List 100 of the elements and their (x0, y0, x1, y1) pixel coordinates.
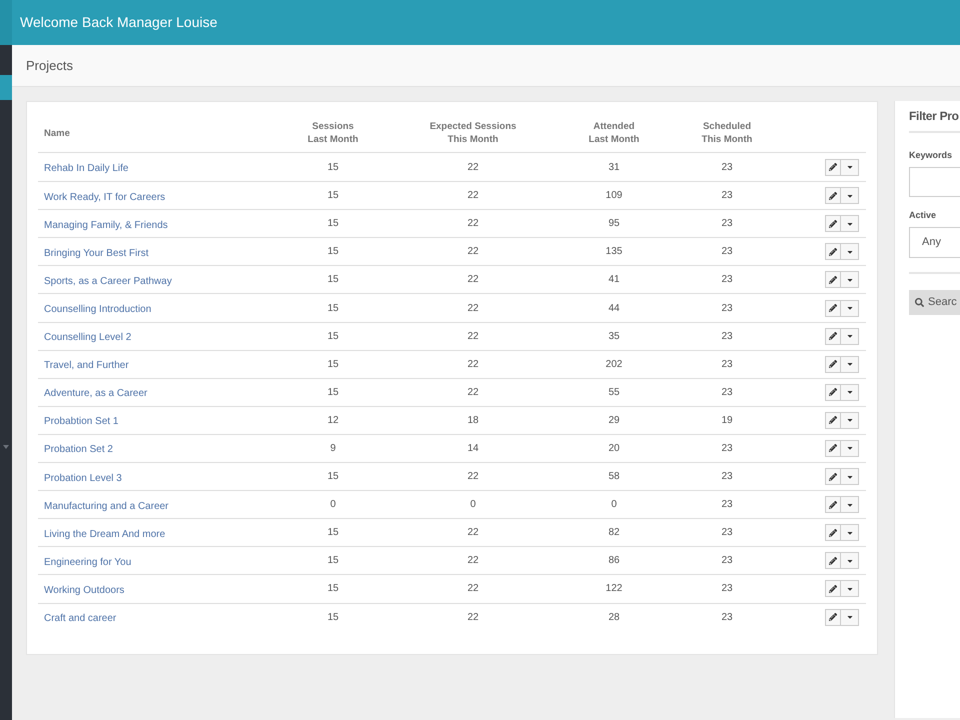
project-link[interactable]: Engineering for You (44, 556, 132, 568)
dropdown-toggle-button[interactable] (841, 271, 859, 288)
edit-button[interactable] (825, 524, 841, 542)
edit-button[interactable] (825, 496, 841, 514)
table-cell-text: 95 (608, 217, 620, 232)
pencil-icon (829, 163, 837, 172)
table-cell-text: 82 (608, 526, 620, 540)
active-select[interactable]: Any (909, 227, 960, 258)
edit-button[interactable] (825, 158, 841, 176)
page-title: Projects (26, 56, 73, 75)
pencil-icon (829, 332, 837, 340)
edit-button[interactable] (825, 328, 841, 345)
edit-button[interactable] (825, 440, 841, 457)
project-link[interactable]: Rehab In Daily Life (44, 163, 128, 174)
project-link[interactable]: Travel, and Further (44, 360, 129, 372)
edit-button[interactable] (825, 468, 841, 486)
table-cell-text: 41 (608, 273, 620, 288)
edit-button[interactable] (825, 271, 841, 288)
edit-button[interactable] (825, 580, 841, 598)
table-cell-text: 15 (327, 273, 339, 288)
project-link[interactable]: Sports, as a Career Pathway (44, 276, 172, 287)
column-header: Attended Last Month (588, 120, 640, 146)
dropdown-toggle-button[interactable] (841, 243, 859, 260)
table-cell-text: 15 (327, 189, 339, 204)
edit-button[interactable] (825, 356, 841, 373)
dropdown-toggle-button[interactable] (841, 412, 859, 429)
project-link[interactable]: Adventure, as a Career (44, 388, 148, 400)
table-cell-text: 15 (327, 526, 339, 540)
dropdown-toggle-button[interactable] (841, 328, 859, 345)
caret-down-icon (846, 444, 852, 452)
pencil-icon (829, 556, 837, 565)
edit-button[interactable] (825, 608, 841, 626)
table-cell-text: 23 (721, 610, 733, 625)
pencil-icon (829, 220, 837, 228)
edit-button[interactable] (825, 300, 841, 317)
project-link[interactable]: Probation Set 2 (44, 444, 113, 456)
project-link[interactable]: Bringing Your Best First (44, 248, 148, 259)
table-cell-text: 202 (606, 358, 622, 372)
dropdown-toggle-button[interactable] (841, 187, 859, 204)
dropdown-toggle-button[interactable] (841, 468, 859, 486)
table-cell-text: 109 (606, 189, 622, 204)
table-cell-text: 19 (721, 414, 733, 428)
table-cell-text: 35 (608, 330, 620, 344)
table-cell-text: 22 (467, 273, 479, 288)
caret-down-icon (846, 613, 852, 622)
pencil-icon (829, 472, 837, 481)
table-cell-text: 22 (467, 358, 479, 372)
edit-button[interactable] (825, 187, 841, 204)
table-cell-text: 9 (330, 442, 336, 456)
table-cell-text: 23 (721, 498, 733, 512)
table-cell-text: 0 (470, 498, 476, 512)
search-button[interactable]: Searc (909, 290, 960, 315)
dropdown-toggle-button[interactable] (841, 580, 859, 598)
pencil-icon (829, 416, 837, 424)
project-link[interactable]: Probabtion Set 1 (44, 416, 118, 428)
caret-icon[interactable] (3, 445, 9, 449)
project-link[interactable]: Craft and career (44, 613, 116, 624)
project-link[interactable]: Counselling Introduction (44, 304, 152, 316)
project-link[interactable]: Manufacturing and a Career (44, 500, 169, 512)
dropdown-toggle-button[interactable] (841, 158, 859, 176)
table-cell-text: 23 (721, 217, 733, 232)
column-header: Name (44, 126, 70, 140)
edit-button[interactable] (825, 384, 841, 401)
project-link[interactable]: Living the Dream And more (44, 528, 166, 540)
table-cell-text: 23 (721, 273, 733, 288)
dropdown-toggle-button[interactable] (841, 524, 859, 542)
edit-button[interactable] (825, 412, 841, 429)
table-cell-text: 23 (721, 526, 733, 540)
dropdown-toggle-button[interactable] (841, 440, 859, 457)
table-cell-text: 22 (467, 245, 479, 260)
table-cell-text: 15 (327, 217, 339, 232)
table-cell-text: 135 (606, 245, 622, 260)
table-cell-text: 15 (327, 160, 339, 175)
column-header: Expected Sessions This Month (430, 120, 516, 146)
caret-down-icon (846, 304, 852, 312)
table-cell-text: 122 (606, 582, 622, 596)
table-cell-text: 23 (721, 358, 733, 372)
project-link[interactable]: Counselling Level 2 (44, 332, 132, 344)
project-link[interactable]: Working Outdoors (44, 584, 124, 596)
table-cell-text: 22 (467, 386, 479, 400)
table-cell-text: 23 (721, 245, 733, 260)
project-link[interactable]: Work Ready, IT for Careers (44, 192, 166, 203)
dropdown-toggle-button[interactable] (841, 356, 859, 373)
edit-button[interactable] (825, 215, 841, 232)
edit-button[interactable] (825, 552, 841, 570)
keywords-input[interactable] (909, 167, 960, 197)
field-label: Keywords (909, 149, 954, 161)
table-cell-text: 31 (608, 160, 620, 175)
dropdown-toggle-button[interactable] (841, 552, 859, 570)
table-cell-text: 15 (327, 582, 339, 596)
dropdown-toggle-button[interactable] (841, 608, 859, 626)
dropdown-toggle-button[interactable] (841, 496, 859, 514)
table-cell-text: 22 (467, 470, 479, 484)
filter-title: Filter Pro (909, 109, 959, 123)
dropdown-toggle-button[interactable] (841, 384, 859, 401)
project-link[interactable]: Managing Family, & Friends (44, 220, 168, 231)
edit-button[interactable] (825, 243, 841, 260)
dropdown-toggle-button[interactable] (841, 300, 859, 317)
project-link[interactable]: Probation Level 3 (44, 472, 122, 484)
dropdown-toggle-button[interactable] (841, 215, 859, 232)
